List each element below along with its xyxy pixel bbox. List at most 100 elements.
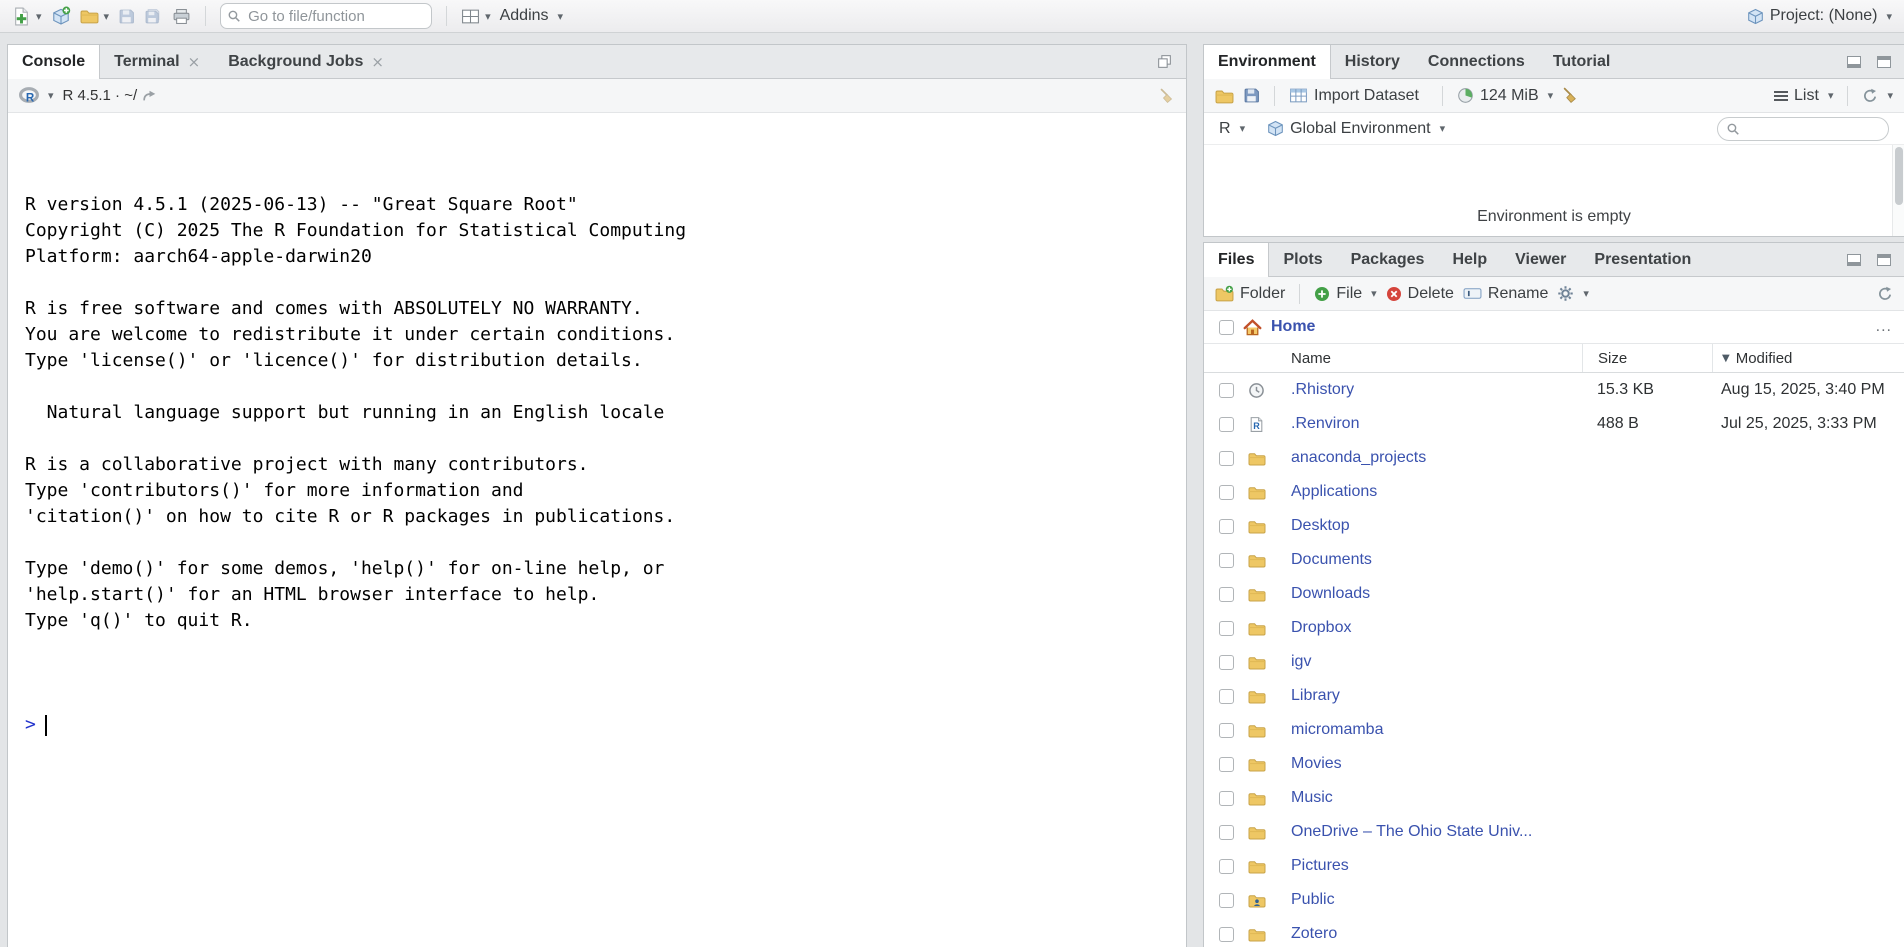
new-folder-button[interactable]: Folder <box>1215 285 1285 303</box>
new-file-button-files[interactable]: File ▾ <box>1314 285 1376 303</box>
file-link[interactable]: .Renviron <box>1291 415 1359 433</box>
row-checkbox[interactable] <box>1219 927 1234 942</box>
row-checkbox[interactable] <box>1219 655 1234 670</box>
row-checkbox[interactable] <box>1219 757 1234 772</box>
environment-search-field[interactable] <box>1717 117 1889 141</box>
maximize-pane-icon[interactable] <box>1877 56 1891 68</box>
folder-link[interactable]: igv <box>1291 653 1311 671</box>
row-checkbox[interactable] <box>1219 417 1234 432</box>
close-icon[interactable]: × <box>188 53 201 71</box>
tab-environment[interactable]: Environment <box>1204 45 1331 79</box>
folder-link[interactable]: Library <box>1291 687 1340 705</box>
table-row[interactable]: Dropbox <box>1204 611 1904 645</box>
more-columns-button[interactable]: ... <box>1876 318 1892 336</box>
table-row[interactable]: igv <box>1204 645 1904 679</box>
rename-button[interactable]: Rename <box>1463 285 1548 303</box>
breadcrumb-home[interactable]: Home <box>1271 318 1315 336</box>
folder-link[interactable]: Applications <box>1291 483 1377 501</box>
row-checkbox[interactable] <box>1219 621 1234 636</box>
row-checkbox[interactable] <box>1219 485 1234 500</box>
clear-objects-button[interactable] <box>1562 87 1579 104</box>
tab-files[interactable]: Files <box>1204 243 1269 277</box>
file-link[interactable]: .Rhistory <box>1291 381 1354 399</box>
table-row[interactable]: Public <box>1204 883 1904 917</box>
row-checkbox[interactable] <box>1219 587 1234 602</box>
refresh-environment-button[interactable]: ▾ <box>1862 88 1893 104</box>
folder-link[interactable]: Music <box>1291 789 1333 807</box>
folder-link[interactable]: Desktop <box>1291 517 1350 535</box>
tab-background-jobs[interactable]: Background Jobs × <box>214 45 398 78</box>
goto-file-function-field[interactable] <box>220 3 432 29</box>
table-row[interactable]: anaconda_projects <box>1204 441 1904 475</box>
project-selector[interactable]: Project: (None) ▾ <box>1747 7 1892 25</box>
dropdown-arrow-icon[interactable]: ▾ <box>48 90 54 101</box>
row-checkbox[interactable] <box>1219 451 1234 466</box>
table-row[interactable]: Music <box>1204 781 1904 815</box>
tab-history[interactable]: History <box>1331 45 1414 78</box>
clear-console-button[interactable] <box>1159 88 1175 104</box>
goto-input[interactable] <box>220 3 432 29</box>
table-row[interactable]: Desktop <box>1204 509 1904 543</box>
print-button[interactable] <box>172 8 191 25</box>
row-checkbox[interactable] <box>1219 553 1234 568</box>
tab-viewer[interactable]: Viewer <box>1501 243 1580 276</box>
tab-connections[interactable]: Connections <box>1414 45 1539 78</box>
folder-link[interactable]: Pictures <box>1291 857 1349 875</box>
language-selector[interactable]: R ▾ <box>1219 120 1245 138</box>
close-icon[interactable]: × <box>371 53 384 71</box>
tab-terminal[interactable]: Terminal × <box>100 45 214 78</box>
more-file-commands-button[interactable]: ▾ <box>1557 285 1589 302</box>
import-dataset-button[interactable]: Import Dataset <box>1289 87 1428 105</box>
row-checkbox[interactable] <box>1219 859 1234 874</box>
console-output[interactable]: R version 4.5.1 (2025-06-13) -- "Great S… <box>8 113 1186 947</box>
column-header-name[interactable]: Name <box>1276 350 1582 367</box>
table-row[interactable]: OneDrive – The Ohio State Univ... <box>1204 815 1904 849</box>
table-row[interactable]: .Renviron 488 B Jul 25, 2025, 3:33 PM <box>1204 407 1904 441</box>
scrollbar[interactable] <box>1892 145 1904 236</box>
environment-search-input[interactable] <box>1745 120 1880 137</box>
new-file-button[interactable]: ▾ <box>12 7 42 26</box>
new-project-button[interactable] <box>51 6 71 26</box>
refresh-files-button[interactable] <box>1877 286 1893 302</box>
minimize-pane-icon[interactable] <box>1847 254 1861 266</box>
save-all-button[interactable] <box>144 8 163 25</box>
row-checkbox[interactable] <box>1219 689 1234 704</box>
folder-link[interactable]: Movies <box>1291 755 1342 773</box>
table-row[interactable]: .Rhistory 15.3 KB Aug 15, 2025, 3:40 PM <box>1204 373 1904 407</box>
addins-dropdown[interactable]: Addins ▾ <box>500 7 563 25</box>
save-workspace-button[interactable] <box>1243 87 1260 104</box>
table-row[interactable]: Pictures <box>1204 849 1904 883</box>
list-view-button[interactable]: List ▾ <box>1774 87 1833 105</box>
tab-help[interactable]: Help <box>1438 243 1501 276</box>
folder-link[interactable]: micromamba <box>1291 721 1383 739</box>
tab-presentation[interactable]: Presentation <box>1580 243 1705 276</box>
save-button[interactable] <box>118 8 135 25</box>
table-row[interactable]: Zotero <box>1204 917 1904 947</box>
row-checkbox[interactable] <box>1219 791 1234 806</box>
row-checkbox[interactable] <box>1219 383 1234 398</box>
row-checkbox[interactable] <box>1219 893 1234 908</box>
table-row[interactable]: Documents <box>1204 543 1904 577</box>
table-row[interactable]: Movies <box>1204 747 1904 781</box>
tab-tutorial[interactable]: Tutorial <box>1539 45 1624 78</box>
table-row[interactable]: micromamba <box>1204 713 1904 747</box>
folder-link[interactable]: OneDrive – The Ohio State Univ... <box>1291 823 1532 841</box>
column-header-size[interactable]: Size <box>1582 344 1712 372</box>
memory-usage-button[interactable]: 124 MiB ▾ <box>1457 87 1553 105</box>
scrollbar-thumb[interactable] <box>1895 147 1903 205</box>
minimize-pane-icon[interactable] <box>1847 56 1861 68</box>
table-row[interactable]: Library <box>1204 679 1904 713</box>
folder-link[interactable]: Zotero <box>1291 925 1337 943</box>
row-checkbox[interactable] <box>1219 825 1234 840</box>
open-file-button[interactable]: ▾ <box>80 8 110 24</box>
folder-link[interactable]: Downloads <box>1291 585 1370 603</box>
load-workspace-button[interactable] <box>1215 88 1234 104</box>
tab-plots[interactable]: Plots <box>1269 243 1336 276</box>
row-checkbox[interactable] <box>1219 723 1234 738</box>
folder-link[interactable]: Documents <box>1291 551 1372 569</box>
folder-link[interactable]: anaconda_projects <box>1291 449 1426 467</box>
maximize-pane-icon[interactable] <box>1877 254 1891 266</box>
table-row[interactable]: Applications <box>1204 475 1904 509</box>
restore-pane-icon[interactable] <box>1156 53 1173 70</box>
environment-selector[interactable]: Global Environment ▾ <box>1267 120 1445 138</box>
